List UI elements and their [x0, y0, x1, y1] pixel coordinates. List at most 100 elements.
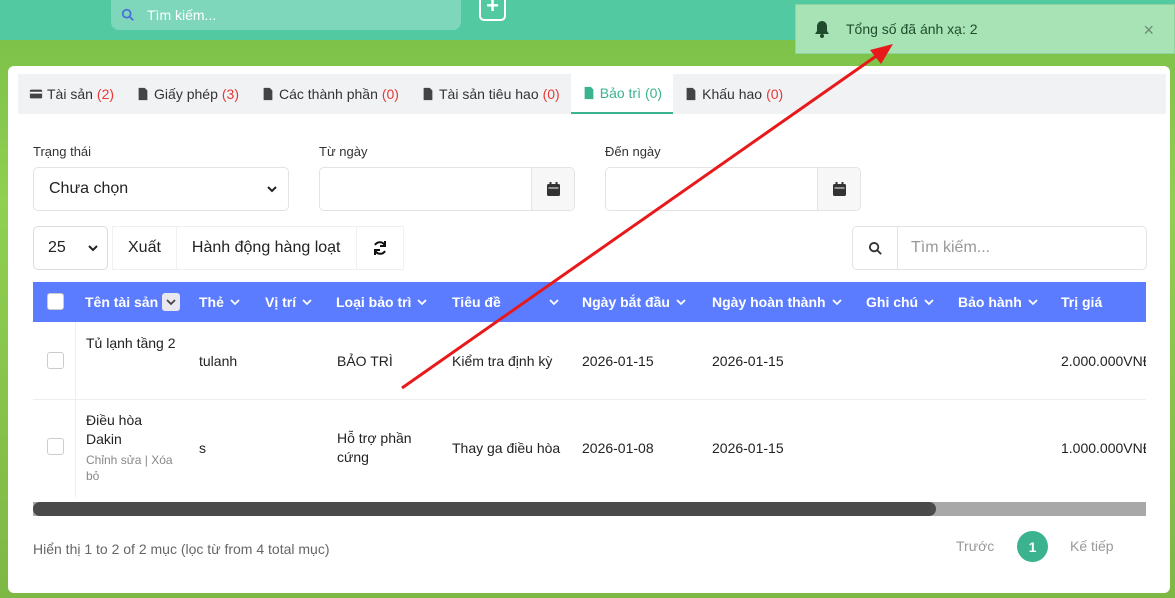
select-all-checkbox[interactable] [47, 293, 64, 310]
file-icon [138, 87, 148, 101]
from-date-label: Từ ngày [319, 144, 368, 159]
col-label: Ngày bắt đầu [582, 294, 670, 310]
col-notes[interactable]: Ghi chú [866, 282, 934, 322]
tab-depreciation[interactable]: Khấu hao (0) [673, 74, 794, 114]
cell-type: Hỗ trợ phần [337, 430, 412, 446]
calendar-button[interactable] [531, 168, 574, 210]
toast-message: Tổng số đã ánh xạ: 2 [846, 21, 978, 37]
tab-maintenance[interactable]: Bảo trì (0) [570, 74, 674, 114]
chevron-down-icon [924, 299, 934, 306]
delete-link-2[interactable]: bỏ [86, 469, 99, 483]
col-label: Trị giá [1061, 294, 1103, 310]
col-start-date[interactable]: Ngày bắt đầu [582, 282, 686, 322]
cell-end-date: 2026-01-15 [712, 353, 784, 369]
cell-tag: tulanh [199, 353, 238, 369]
pagination-info: Hiển thị 1 to 2 of 2 mục (lọc từ from 4 … [33, 541, 330, 557]
col-warranty[interactable]: Bảo hành [958, 282, 1038, 322]
row-divider [75, 322, 76, 400]
col-asset-name[interactable]: Tên tài sản [85, 282, 181, 322]
prev-page-button[interactable]: Trước [956, 538, 994, 554]
col-end-date[interactable]: Ngày hoàn thành [712, 282, 842, 322]
refresh-button[interactable] [356, 226, 404, 270]
tab-label: Bảo trì [599, 85, 641, 101]
col-label: Loại bảo trì [336, 294, 412, 310]
cell-start-date: 2026-01-08 [582, 440, 654, 456]
chevron-down-icon [302, 299, 312, 306]
tab-components[interactable]: Các thành phần (0) [250, 74, 410, 114]
per-page-select[interactable]: 25 [33, 226, 108, 270]
cell-start-date: 2026-01-15 [582, 353, 654, 369]
col-title[interactable]: Tiêu đề [452, 282, 559, 322]
row-checkbox[interactable] [47, 438, 64, 455]
global-search-input[interactable]: Tìm kiếm... [111, 0, 461, 30]
maintenance-card: Tài sản (2) Giấy phép (3) Các thành phần (0… [8, 66, 1170, 593]
chevron-down-icon [549, 299, 559, 306]
bell-icon [815, 21, 829, 38]
chevron-down-icon [88, 245, 98, 252]
col-value[interactable]: Trị giá [1061, 282, 1146, 322]
status-label: Trạng thái [33, 144, 92, 159]
calendar-button[interactable] [817, 168, 860, 210]
col-label: Ghi chú [866, 294, 919, 310]
status-select[interactable]: Chưa chọn [33, 167, 289, 211]
col-label: Tên tài sản [85, 294, 159, 310]
col-maintenance-type[interactable]: Loại bảo trì [336, 282, 428, 322]
bulk-actions-button[interactable]: Hành động hàng loạt [176, 226, 357, 270]
row-divider [75, 400, 76, 497]
col-label: Thẻ [199, 294, 224, 310]
tab-count: (0) [542, 86, 560, 102]
table-row: Điều hòa Dakin Chỉnh sửa | Xóa bỏ s Hỗ t… [33, 400, 1146, 497]
cell-value: 1.000.000VNĐ [1061, 440, 1146, 456]
add-button[interactable]: + [479, 0, 506, 21]
cell-title: Kiểm tra định kỳ [452, 353, 553, 369]
row-checkbox[interactable] [47, 352, 64, 369]
tab-licenses[interactable]: Giấy phép (3) [125, 74, 250, 114]
asset-name-link[interactable]: Điều hòa [86, 412, 142, 428]
cell-end-date: 2026-01-15 [712, 440, 784, 456]
chevron-down-icon [417, 299, 428, 306]
search-button[interactable] [853, 227, 898, 269]
cell-value: 2.000.000VNĐ [1061, 353, 1146, 369]
tab-assets[interactable]: Tài sản (2) [18, 74, 125, 114]
action-separator: | [144, 453, 148, 467]
export-button[interactable]: Xuất [112, 226, 177, 270]
tab-label: Giấy phép [154, 86, 218, 102]
maintenance-table: Tên tài sản Thẻ Vị trí Loại bảo trì Tiêu… [33, 282, 1146, 497]
file-icon [423, 87, 433, 101]
scrollbar-thumb[interactable] [33, 502, 936, 516]
horizontal-scrollbar[interactable] [33, 502, 1146, 516]
col-label: Ngày hoàn thành [712, 294, 826, 310]
per-page-value: 25 [48, 239, 66, 256]
col-label: Tiêu đề [452, 294, 501, 310]
status-value: Chưa chọn [49, 180, 129, 197]
tab-label: Khấu hao [702, 86, 763, 102]
refresh-icon [373, 241, 386, 255]
col-label: Vị trí [265, 294, 297, 310]
edit-link[interactable]: Chỉnh sửa [86, 453, 141, 467]
notification-toast: Tổng số đã ánh xạ: 2 × [795, 4, 1175, 54]
tab-bar: Tài sản (2) Giấy phép (3) Các thành phần (0… [18, 74, 1166, 114]
next-page-button[interactable]: Kế tiếp [1070, 538, 1114, 554]
tab-consumables[interactable]: Tài sản tiêu hao (0) [410, 74, 571, 114]
asset-name-link-2[interactable]: Dakin [86, 431, 122, 447]
chevron-down-icon [166, 299, 176, 306]
col-tag[interactable]: Thẻ [199, 282, 240, 322]
table-search-input[interactable]: Tìm kiếm... [852, 226, 1147, 270]
page-1-button[interactable]: 1 [1017, 531, 1048, 562]
cell-title: Thay ga điều hòa [452, 440, 561, 456]
row-actions: Chỉnh sửa | Xóa [86, 453, 173, 467]
col-location[interactable]: Vị trí [265, 282, 312, 322]
close-icon[interactable]: × [1143, 20, 1154, 41]
file-icon [686, 87, 696, 101]
delete-link[interactable]: Xóa [151, 453, 172, 467]
tab-count: (3) [221, 86, 239, 102]
from-date-input[interactable] [319, 167, 575, 211]
global-search-placeholder: Tìm kiếm... [147, 7, 217, 23]
table-toolbar: 25 Xuất Hành động hàng loạt [33, 226, 404, 270]
cell-type: BẢO TRÌ [337, 353, 393, 369]
tab-label: Tài sản [47, 86, 93, 102]
sort-button[interactable] [162, 293, 181, 311]
to-date-input[interactable] [605, 167, 861, 211]
asset-name-link[interactable]: Tủ lạnh tầng 2 [86, 335, 176, 351]
table-row: Tủ lạnh tầng 2 tulanh BẢO TRÌ Kiểm tra đ… [33, 322, 1146, 400]
